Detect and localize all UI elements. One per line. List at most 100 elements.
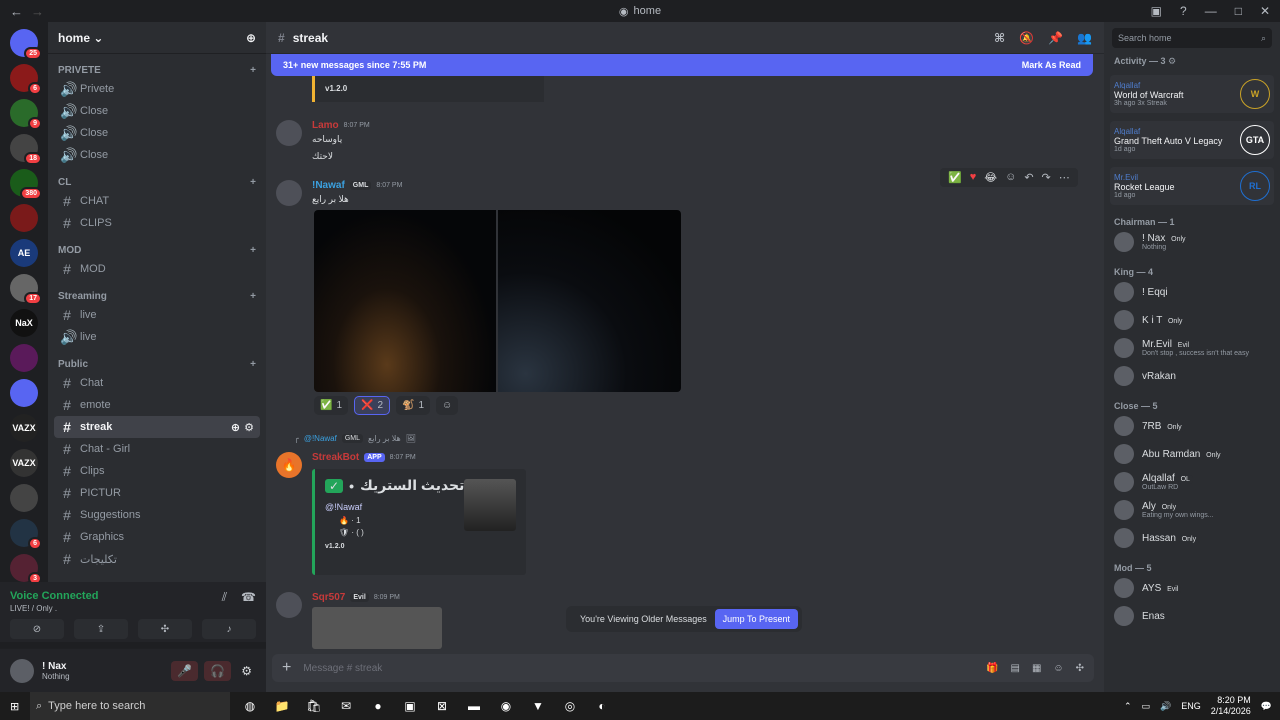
message-author[interactable]: Sqr507 [312, 592, 345, 603]
channel-item[interactable]: 🔊 Close [54, 144, 260, 166]
pin-icon[interactable]: 📌 [1048, 31, 1063, 45]
help-icon[interactable]: ? [1180, 4, 1187, 18]
activity-card[interactable]: Alqallaf World of Warcraft 3h ago 3x Strea… [1110, 75, 1274, 113]
channel-category[interactable]: Public + [48, 356, 266, 372]
heart-reaction-icon[interactable]: ♥ [970, 171, 977, 184]
channel-item[interactable]: # Graphics [54, 526, 260, 548]
brave-icon[interactable]: ▼ [526, 696, 550, 716]
member-item[interactable]: AYS Evil [1110, 575, 1274, 601]
server-icon[interactable] [10, 379, 38, 407]
app-icon[interactable]: ▬ [462, 696, 486, 716]
message-author[interactable]: Lamo [312, 120, 339, 131]
back-icon[interactable]: ← [10, 4, 23, 19]
minimize-button[interactable]: — [1205, 4, 1217, 18]
server-icon[interactable]: 9 [10, 99, 42, 130]
jump-to-present-button[interactable]: Jump To Present [714, 609, 798, 629]
server-icon[interactable]: NaX [10, 309, 38, 337]
mute-button[interactable]: 🎤 [171, 660, 199, 681]
sticker-icon[interactable]: ▦ [1032, 663, 1041, 674]
avatar[interactable] [276, 592, 302, 618]
language-indicator[interactable]: ENG [1181, 701, 1201, 711]
xbox-icon[interactable]: ⊠ [430, 696, 454, 716]
file-explorer-icon[interactable]: 📁 [270, 696, 294, 716]
disconnect-icon[interactable]: ☎ [241, 590, 256, 613]
member-item[interactable]: Enas [1110, 603, 1274, 629]
member-item[interactable]: Abu Ramdan Only [1110, 441, 1274, 467]
image-attachment[interactable] [498, 210, 681, 392]
server-icon[interactable] [10, 344, 38, 372]
plus-icon[interactable]: + [282, 659, 291, 677]
activity-card[interactable]: Alqallaf Grand Theft Auto V Legacy 1d ago G… [1110, 121, 1274, 159]
chrome-icon[interactable]: ◍ [238, 696, 262, 716]
member-item[interactable]: Aly Only Eating my own wings... [1110, 497, 1274, 523]
clock[interactable]: 8:20 PM 2/14/2026 [1211, 695, 1251, 717]
channel-item[interactable]: # Clips [54, 460, 260, 482]
channel-item[interactable]: # CHAT [54, 190, 260, 212]
reply-reference[interactable]: ╭ @!Nawaf GML هلا بر رايع 🖼 [294, 434, 416, 443]
forward-icon[interactable]: → [31, 4, 44, 19]
channel-category[interactable]: PRIVETE + [48, 62, 266, 78]
server-icon[interactable]: VAZX [10, 414, 38, 442]
network-icon[interactable]: ▭ [1141, 701, 1150, 712]
member-item[interactable]: 7RB Only [1110, 413, 1274, 439]
member-item[interactable]: Alqallaf OL OutLaw RD [1110, 469, 1274, 495]
reply-icon[interactable]: ↶ [1024, 171, 1033, 184]
add-channel-icon[interactable]: + [250, 291, 256, 302]
app-icon[interactable]: ● [366, 696, 390, 716]
deafen-button[interactable]: 🎧 [204, 660, 232, 681]
channel-item[interactable]: 🔊 live [54, 326, 260, 348]
server-icon[interactable] [10, 204, 38, 232]
server-icon[interactable]: 6 [10, 519, 42, 550]
more-icon[interactable]: ⋯ [1059, 171, 1070, 184]
channel-item[interactable]: # streak ⊕ ⚙ [54, 416, 260, 438]
avatar[interactable] [276, 180, 302, 206]
camera-off-button[interactable]: ⊘ [10, 619, 64, 639]
close-window-button[interactable]: ✕ [1260, 4, 1270, 18]
apps-icon[interactable]: ✣ [1076, 663, 1084, 674]
add-reaction-icon[interactable]: ☺ [436, 396, 459, 415]
channel-item[interactable]: # emote [54, 394, 260, 416]
add-channel-icon[interactable]: + [250, 65, 256, 76]
obs-icon[interactable]: ◎ [558, 696, 582, 716]
channel-item[interactable]: # Chat [54, 372, 260, 394]
gear-icon[interactable]: ⚙ [244, 421, 254, 434]
channel-item[interactable]: 🔊 Close [54, 122, 260, 144]
channel-item[interactable]: # MOD [54, 258, 260, 280]
embed-thumbnail[interactable] [464, 479, 516, 531]
threads-icon[interactable]: ⌘ [994, 31, 1005, 45]
member-item[interactable]: Mr.Evil Evil Don't stop , success isn't t… [1110, 335, 1274, 361]
message-composer[interactable]: + Message # streak 🎁 ▤ ▦ ☺ ✣ [272, 654, 1094, 682]
add-channel-icon[interactable]: + [250, 177, 256, 188]
channel-category[interactable]: CL + [48, 174, 266, 190]
server-icon[interactable] [10, 484, 38, 512]
screenshare-button[interactable]: ⇪ [74, 619, 128, 639]
invite-icon[interactable]: ⊕ [231, 421, 240, 434]
server-icon[interactable]: AE [10, 239, 38, 267]
discord-icon[interactable]: ◉ [494, 696, 518, 716]
emoji-icon[interactable]: ☺ [1053, 663, 1063, 674]
message-author[interactable]: !Nawaf [312, 180, 345, 191]
member-item[interactable]: Hassan Only [1110, 525, 1274, 551]
mail-icon[interactable]: ✉ [334, 696, 358, 716]
nav-arrows[interactable]: ← → [10, 4, 44, 19]
channel-item[interactable]: 🔊 Close [54, 100, 260, 122]
channel-item[interactable]: 🔊 Privete [54, 78, 260, 100]
members-icon[interactable]: 👥 [1077, 31, 1092, 45]
edge-icon[interactable]: ◐ [590, 696, 614, 716]
channel-item[interactable]: # live [54, 304, 260, 326]
voice-channel[interactable]: LIVE! / Only . [10, 604, 98, 613]
activity-card[interactable]: Mr.Evil Rocket League 1d ago RL [1110, 167, 1274, 205]
reaction[interactable]: 🐒 1 [396, 396, 431, 415]
channel-item[interactable]: # CLIPS [54, 212, 260, 234]
server-icon[interactable]: 25 [10, 29, 42, 60]
server-icon[interactable]: 380 [10, 169, 42, 200]
gif-icon[interactable]: ▤ [1010, 663, 1019, 674]
app-icon[interactable]: ▣ [398, 696, 422, 716]
channel-item[interactable]: # Chat - Girl [54, 438, 260, 460]
server-icon[interactable]: 3 [10, 554, 42, 585]
taskbar-search[interactable]: ⌕ Type here to search [30, 692, 230, 720]
inbox-icon[interactable]: ▣ [1151, 4, 1162, 18]
gear-icon[interactable]: ⚙ [1168, 56, 1176, 66]
add-channel-icon[interactable]: + [250, 359, 256, 370]
server-icon[interactable]: 18 [10, 134, 42, 165]
